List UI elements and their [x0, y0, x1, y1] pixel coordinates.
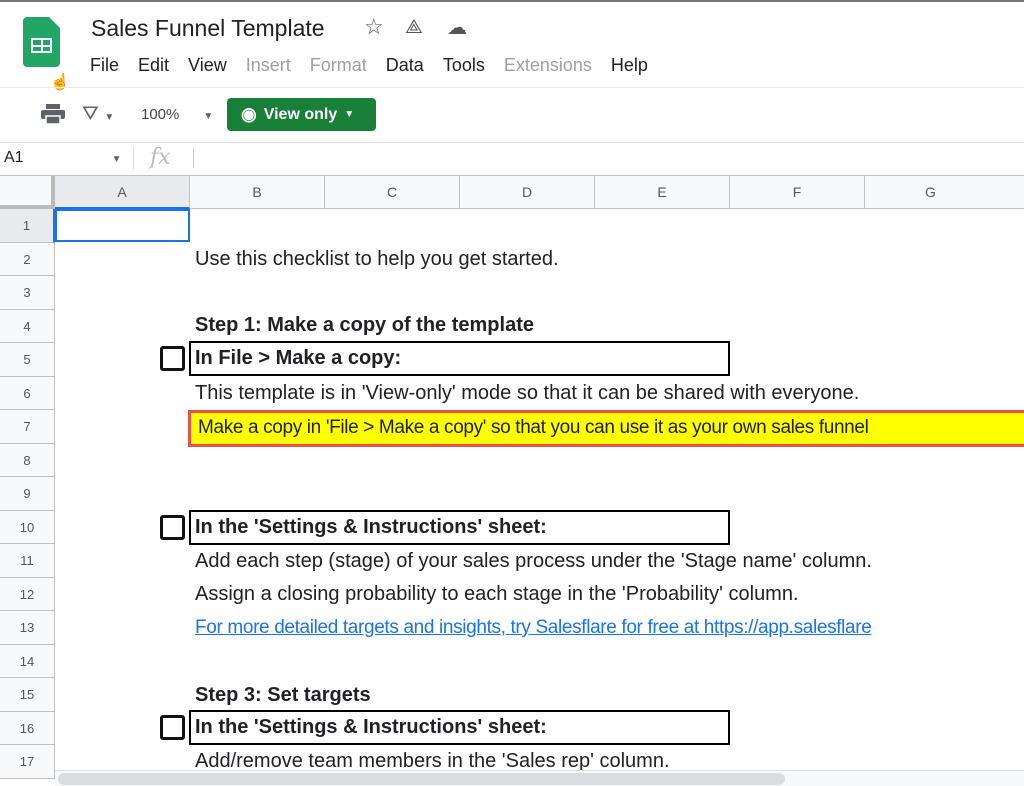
cell-b16[interactable]: In the 'Settings & Instructions' sheet: [195, 711, 547, 744]
row-header-3[interactable]: 3 [0, 276, 55, 310]
menu-view[interactable]: View [188, 55, 227, 76]
view-only-button[interactable]: ◉ View only ▼ [227, 98, 376, 131]
divider [133, 146, 134, 170]
document-title[interactable]: Sales Funnel Template [91, 15, 325, 42]
cell-b6[interactable]: This template is in 'View-only' mode so … [195, 377, 859, 410]
column-header-b[interactable]: B [190, 176, 325, 209]
row-header-11[interactable]: 11 [0, 544, 55, 578]
row-header-17[interactable]: 17 [0, 745, 55, 779]
menu-format[interactable]: Format [310, 55, 367, 76]
divider [0, 87, 1024, 88]
menu-file[interactable]: File [90, 55, 119, 76]
row-header-6[interactable]: 6 [0, 376, 55, 410]
row-header-14[interactable]: 14 [0, 644, 55, 678]
row-header-7[interactable]: 7 [0, 410, 55, 444]
select-all-corner[interactable] [0, 176, 55, 209]
column-header-d[interactable]: D [460, 176, 595, 209]
cell-b12[interactable]: Assign a closing probability to each sta… [195, 578, 799, 611]
row-header-4[interactable]: 4 [0, 309, 55, 343]
salesflare-link[interactable]: For more detailed targets and insights, … [195, 611, 872, 644]
hand-cursor-icon: ☝ [50, 74, 70, 91]
row-header-9[interactable]: 9 [0, 477, 55, 511]
row-header-10[interactable]: 10 [0, 510, 55, 544]
menu-tools[interactable]: Tools [443, 55, 485, 76]
cell-b4[interactable]: Step 1: Make a copy of the template [195, 309, 534, 342]
row-header-12[interactable]: 12 [0, 577, 55, 611]
row-header-1[interactable]: 1 [0, 209, 55, 243]
view-only-label: View only [263, 105, 338, 123]
column-header-row: A B C D E F G [0, 175, 1024, 209]
checkbox-row-5[interactable] [160, 346, 185, 371]
checkbox-row-10[interactable] [160, 515, 185, 540]
cell-b2[interactable]: Use this checklist to help you get start… [195, 243, 559, 276]
column-header-a[interactable]: A [55, 176, 190, 209]
zoom-select[interactable]: 100% ▼ [141, 106, 213, 123]
column-header-f[interactable]: F [730, 176, 865, 209]
row-header-5[interactable]: 5 [0, 343, 55, 377]
row-header-15[interactable]: 15 [0, 678, 55, 712]
chevron-down-icon: ▼ [203, 111, 214, 122]
cell-b5[interactable]: In File > Make a copy: [195, 342, 401, 375]
checkbox-row-16[interactable] [160, 715, 185, 740]
cell-b15[interactable]: Step 3: Set targets [195, 679, 371, 712]
column-header-c[interactable]: C [325, 176, 460, 209]
column-header-e[interactable]: E [595, 176, 730, 209]
cell-b7[interactable]: Make a copy in 'File > Make a copy' so t… [198, 411, 869, 444]
name-box-value: A1 [4, 149, 24, 166]
scrollbar-thumb[interactable] [58, 773, 785, 785]
cell-b11[interactable]: Add each step (stage) of your sales proc… [195, 545, 872, 578]
window-top-border [0, 0, 1024, 2]
row-header-13[interactable]: 13 [0, 611, 55, 645]
star-icon[interactable]: ☆ [364, 14, 384, 40]
row-header-2[interactable]: 2 [0, 242, 55, 276]
chevron-down-icon: ▼ [111, 154, 122, 165]
cell-b10[interactable]: In the 'Settings & Instructions' sheet: [195, 511, 547, 544]
chevron-down-icon: ▼ [104, 112, 115, 123]
fx-icon: fx [150, 145, 171, 170]
menu-extensions[interactable]: Extensions [504, 55, 592, 76]
eye-icon: ◉ [241, 104, 257, 124]
divider [193, 148, 194, 168]
menu-insert[interactable]: Insert [246, 55, 291, 76]
print-icon[interactable] [41, 104, 65, 124]
row-header-8[interactable]: 8 [0, 443, 55, 477]
cloud-saved-icon[interactable]: ☁ [447, 15, 467, 40]
filter-icon[interactable]: ⛛ ▼ [82, 103, 114, 126]
zoom-value: 100% [141, 106, 180, 123]
column-header-g[interactable]: G [865, 176, 1022, 209]
menu-help[interactable]: Help [611, 55, 648, 76]
menu-bar: File Edit View Insert Format Data Tools … [90, 55, 667, 76]
menu-data[interactable]: Data [386, 55, 424, 76]
drive-add-icon[interactable]: ⟁ [405, 16, 423, 39]
selected-cell-a1[interactable] [55, 209, 190, 242]
divider [0, 142, 1024, 143]
sheets-logo-icon[interactable] [23, 17, 60, 67]
row-header-16[interactable]: 16 [0, 711, 55, 745]
chevron-down-icon: ▼ [344, 109, 355, 120]
menu-edit[interactable]: Edit [138, 55, 169, 76]
name-box[interactable]: A1 ▼ [4, 149, 121, 167]
